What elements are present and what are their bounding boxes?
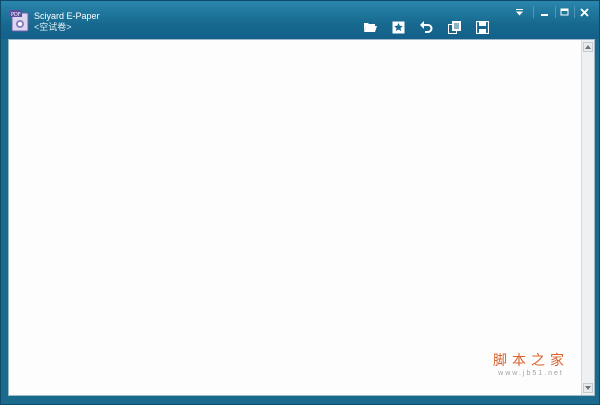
save-button[interactable] xyxy=(474,19,490,35)
scroll-down-button[interactable] xyxy=(583,383,593,393)
document-area[interactable] xyxy=(8,39,595,396)
scroll-up-button[interactable] xyxy=(583,42,593,52)
svg-text:PDF: PDF xyxy=(11,12,21,18)
arrow-up-icon xyxy=(585,45,591,49)
dropdown-icon xyxy=(515,9,523,16)
watermark: 脚本之家 www.jb51.net xyxy=(493,353,569,378)
watermark-text: 脚本之家 xyxy=(493,353,569,369)
menu-dropdown-button[interactable] xyxy=(511,6,527,18)
arrow-down-icon xyxy=(585,386,591,390)
vertical-scrollbar[interactable] xyxy=(581,40,594,395)
maximize-button[interactable] xyxy=(556,6,572,18)
minimize-button[interactable] xyxy=(536,6,552,18)
open-folder-button[interactable] xyxy=(362,19,378,35)
document-name: <空试卷> xyxy=(34,22,72,32)
window-title: Sciyard E-Paper xyxy=(34,11,100,21)
app-logo-icon: PDF xyxy=(10,10,30,32)
save-disk-icon xyxy=(475,20,489,34)
close-button[interactable] xyxy=(576,6,592,18)
maximize-icon xyxy=(560,8,568,15)
open-folder-icon xyxy=(364,23,377,32)
bookmark-button[interactable] xyxy=(390,19,406,35)
bookmark-star-icon xyxy=(392,21,404,33)
title-bar[interactable]: PDF Sciyard E-Paper <空试卷> xyxy=(1,1,599,39)
app-window: PDF Sciyard E-Paper <空试卷> 脚本之家 www.jb51.… xyxy=(0,0,600,405)
close-icon xyxy=(579,7,589,17)
control-separator xyxy=(574,6,575,18)
copy-pages-button[interactable] xyxy=(446,19,462,35)
copy-pages-icon xyxy=(447,20,461,34)
control-separator xyxy=(533,6,534,18)
undo-button[interactable] xyxy=(418,19,434,35)
minimize-icon xyxy=(540,13,548,16)
undo-icon xyxy=(419,21,432,33)
watermark-url: www.jb51.net xyxy=(498,370,564,377)
